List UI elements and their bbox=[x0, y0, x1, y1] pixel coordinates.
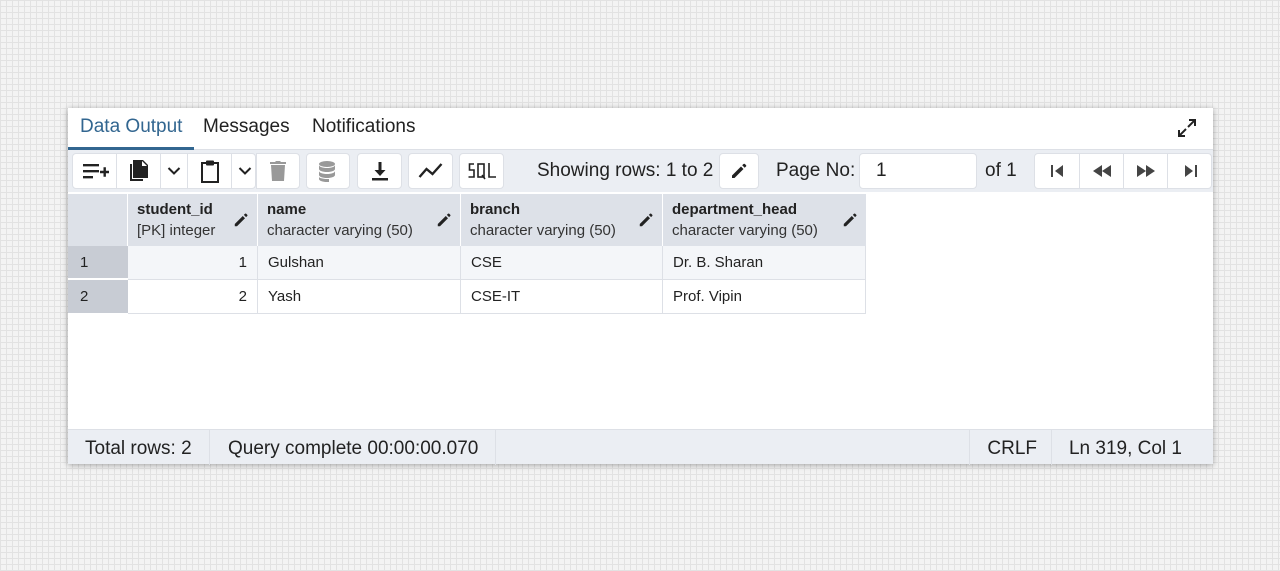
sql-button[interactable] bbox=[459, 153, 504, 189]
previous-page-button[interactable] bbox=[1080, 154, 1124, 188]
tab-data-output[interactable]: Data Output bbox=[68, 108, 195, 150]
download-button[interactable] bbox=[357, 153, 402, 189]
paste-options-dropdown[interactable] bbox=[232, 154, 255, 188]
row-number-header bbox=[68, 194, 128, 246]
edit-button-group bbox=[72, 153, 256, 189]
table-cell[interactable]: CSE-IT bbox=[461, 280, 663, 314]
page-no-label: Page No: bbox=[776, 160, 856, 181]
column-name: student_id bbox=[137, 201, 213, 218]
table-cell[interactable]: Dr. B. Sharan bbox=[663, 246, 866, 280]
tab-messages[interactable]: Messages bbox=[191, 108, 302, 150]
status-bar: Total rows: 2 Query complete 00:00:00.07… bbox=[68, 429, 1213, 465]
first-page-button[interactable] bbox=[1035, 154, 1080, 188]
column-type: character varying (50) bbox=[672, 222, 818, 239]
graph-visualiser-button[interactable] bbox=[408, 153, 453, 189]
trash-icon bbox=[270, 161, 286, 181]
pencil-icon[interactable] bbox=[436, 212, 452, 228]
pencil-icon[interactable] bbox=[233, 212, 249, 228]
pencil-icon[interactable] bbox=[842, 212, 858, 228]
table-cell[interactable]: Gulshan bbox=[258, 246, 461, 280]
column-header-branch[interactable]: branch character varying (50) bbox=[461, 194, 663, 246]
table-cell[interactable]: CSE bbox=[461, 246, 663, 280]
pagination-group bbox=[1034, 153, 1212, 189]
pencil-icon[interactable] bbox=[638, 212, 654, 228]
table-cell[interactable]: 1 bbox=[128, 246, 258, 280]
column-type: [PK] integer bbox=[137, 222, 216, 239]
table-cell[interactable]: Prof. Vipin bbox=[663, 280, 866, 314]
line-chart-icon bbox=[418, 163, 442, 178]
database-save-icon bbox=[319, 161, 335, 182]
column-name: branch bbox=[470, 201, 521, 218]
paste-button[interactable] bbox=[188, 154, 232, 188]
cursor-position-status: Ln 319, Col 1 bbox=[1050, 430, 1199, 465]
last-page-button[interactable] bbox=[1168, 154, 1211, 188]
next-page-button[interactable] bbox=[1124, 154, 1168, 188]
column-type: character varying (50) bbox=[267, 222, 413, 239]
column-header-name[interactable]: name character varying (50) bbox=[258, 194, 461, 246]
toolbar: Showing rows: 1 to 2 Page No: of 1 bbox=[68, 150, 1213, 192]
page-count-label: of 1 bbox=[985, 160, 1017, 181]
first-page-icon bbox=[1051, 165, 1063, 177]
sql-icon bbox=[468, 163, 496, 180]
column-header-student-id[interactable]: student_id [PK] integer bbox=[128, 194, 258, 246]
download-icon bbox=[371, 162, 388, 181]
pencil-icon bbox=[732, 163, 747, 178]
edit-rows-button[interactable] bbox=[719, 153, 759, 189]
row-number[interactable]: 2 bbox=[68, 280, 128, 314]
add-row-icon bbox=[82, 164, 109, 179]
column-type: character varying (50) bbox=[470, 222, 616, 239]
table-cell[interactable]: Yash bbox=[258, 280, 461, 314]
tab-notifications[interactable]: Notifications bbox=[300, 108, 428, 150]
last-page-icon bbox=[1184, 165, 1197, 177]
tab-bar: Data Output Messages Notifications bbox=[68, 108, 1213, 150]
add-row-button[interactable] bbox=[73, 154, 117, 188]
page-number-input[interactable] bbox=[859, 153, 977, 189]
query-status: Query complete 00:00:00.070 bbox=[211, 430, 497, 465]
row-number[interactable]: 1 bbox=[68, 246, 128, 279]
total-rows-status: Total rows: 2 bbox=[68, 430, 210, 465]
column-header-department-head[interactable]: department_head character varying (50) bbox=[663, 194, 866, 246]
rewind-icon bbox=[1092, 165, 1111, 177]
copy-options-dropdown[interactable] bbox=[161, 154, 188, 188]
clipboard-icon bbox=[200, 160, 219, 183]
delete-button[interactable] bbox=[256, 153, 300, 189]
copy-button[interactable] bbox=[117, 154, 161, 188]
line-ending-status: CRLF bbox=[969, 430, 1054, 465]
fast-forward-icon bbox=[1136, 165, 1155, 177]
column-name: department_head bbox=[672, 201, 798, 218]
table-cell[interactable]: 2 bbox=[128, 280, 258, 314]
column-name: name bbox=[267, 201, 307, 218]
save-data-button[interactable] bbox=[306, 153, 350, 189]
chevron-down-icon bbox=[238, 167, 251, 175]
expand-icon[interactable] bbox=[1175, 116, 1199, 140]
chevron-down-icon bbox=[167, 167, 181, 175]
data-output-panel: Data Output Messages Notifications Showi… bbox=[68, 108, 1213, 465]
copy-icon bbox=[129, 160, 148, 181]
showing-rows-label: Showing rows: 1 to 2 bbox=[537, 160, 714, 181]
